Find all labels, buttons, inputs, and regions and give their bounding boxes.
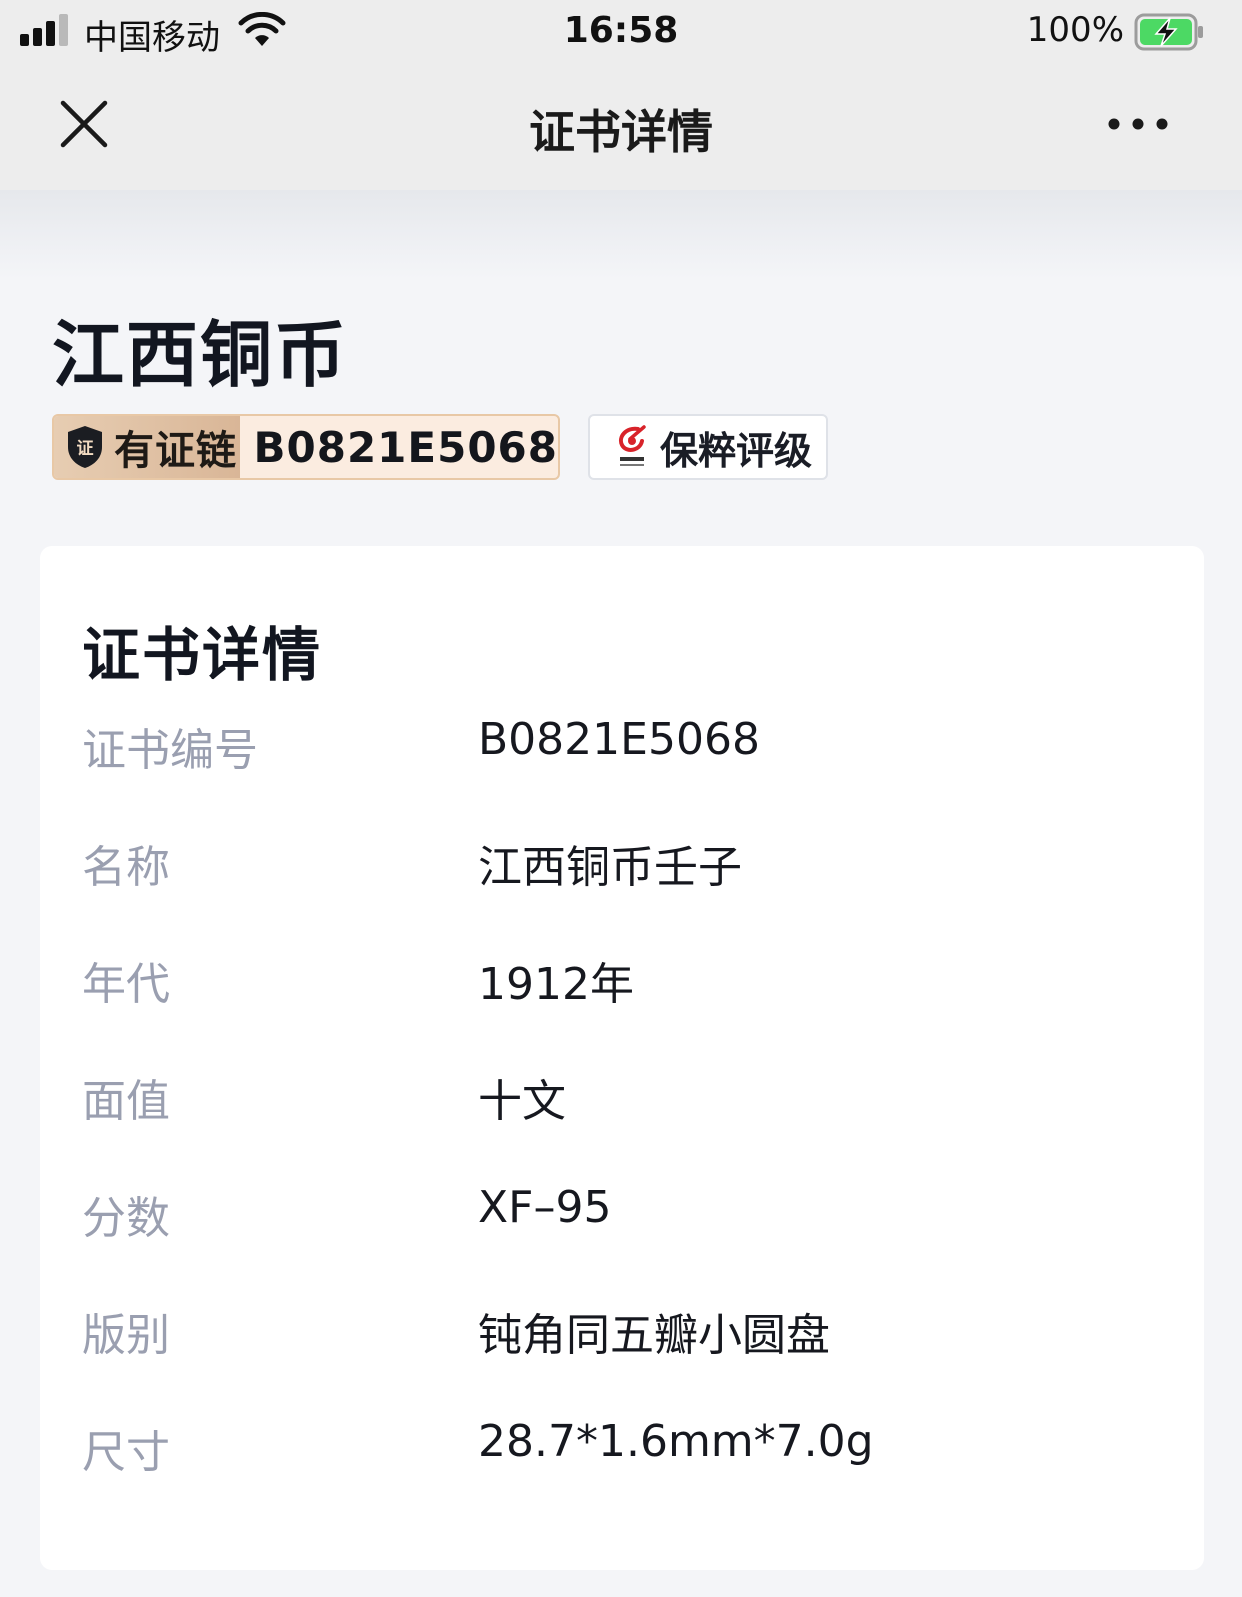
row-value: 十文 — [478, 1076, 566, 1127]
detail-row-variety: 版别 钝角同五瓣小圆盘 — [82, 1299, 1162, 1361]
battery-charging-icon — [1134, 13, 1206, 55]
detail-row-denomination: 面值 十文 — [82, 1065, 1162, 1127]
row-label: 证书编号 — [82, 725, 258, 776]
row-label: 版别 — [82, 1310, 170, 1361]
detail-row-cert-number: 证书编号 B0821E5068 — [82, 714, 1162, 776]
shield-icon-text: 证 — [77, 439, 94, 459]
status-bar: 中国移动 16:58 100% — [0, 0, 1242, 68]
detail-row-size: 尺寸 28.7*1.6mm*7.0g — [82, 1416, 1162, 1478]
row-label: 年代 — [82, 959, 170, 1010]
grader-name: 保粹评级 — [660, 428, 813, 473]
row-label: 面值 — [82, 1076, 170, 1127]
nav-title: 证书详情 — [529, 105, 713, 159]
battery-percent: 100% — [1026, 10, 1124, 50]
grader-logo — [619, 425, 646, 466]
card-title: 证书详情 — [82, 621, 323, 689]
row-label: 分数 — [82, 1193, 170, 1244]
shield-icon: 证 — [68, 426, 102, 468]
nav-shadow — [0, 190, 1242, 280]
chain-badge-left: 证 有证链 — [54, 416, 240, 478]
detail-row-era: 年代 1912年 — [82, 948, 1162, 1010]
row-label: 尺寸 — [82, 1427, 170, 1478]
page-title: 江西铜币 — [52, 313, 349, 397]
nav-bar: 证书详情 — [0, 68, 1242, 190]
detail-row-name: 名称 江西铜币壬子 — [82, 831, 1162, 893]
row-value: 28.7*1.6mm*7.0g — [478, 1416, 874, 1467]
grader-badge[interactable]: 保粹评级 — [588, 414, 828, 480]
more-icon[interactable] — [1106, 106, 1170, 142]
certificate-chain-badge[interactable]: 证 有证链 B0821E5068 — [52, 414, 560, 480]
row-label: 名称 — [82, 842, 170, 893]
certificate-detail-card: 证书详情 证书编号 B0821E5068 名称 江西铜币壬子 年代 1912年 … — [40, 546, 1204, 1570]
chain-label: 有证链 — [114, 428, 237, 474]
row-value: 钝角同五瓣小圆盘 — [478, 1310, 830, 1361]
row-value: XF–95 — [478, 1182, 612, 1233]
row-value: 1912年 — [478, 959, 634, 1010]
detail-row-grade: 分数 XF–95 — [82, 1182, 1162, 1244]
chain-code: B0821E5068 — [253, 422, 558, 472]
row-value: 江西铜币壬子 — [478, 842, 742, 893]
row-value: B0821E5068 — [478, 714, 760, 765]
